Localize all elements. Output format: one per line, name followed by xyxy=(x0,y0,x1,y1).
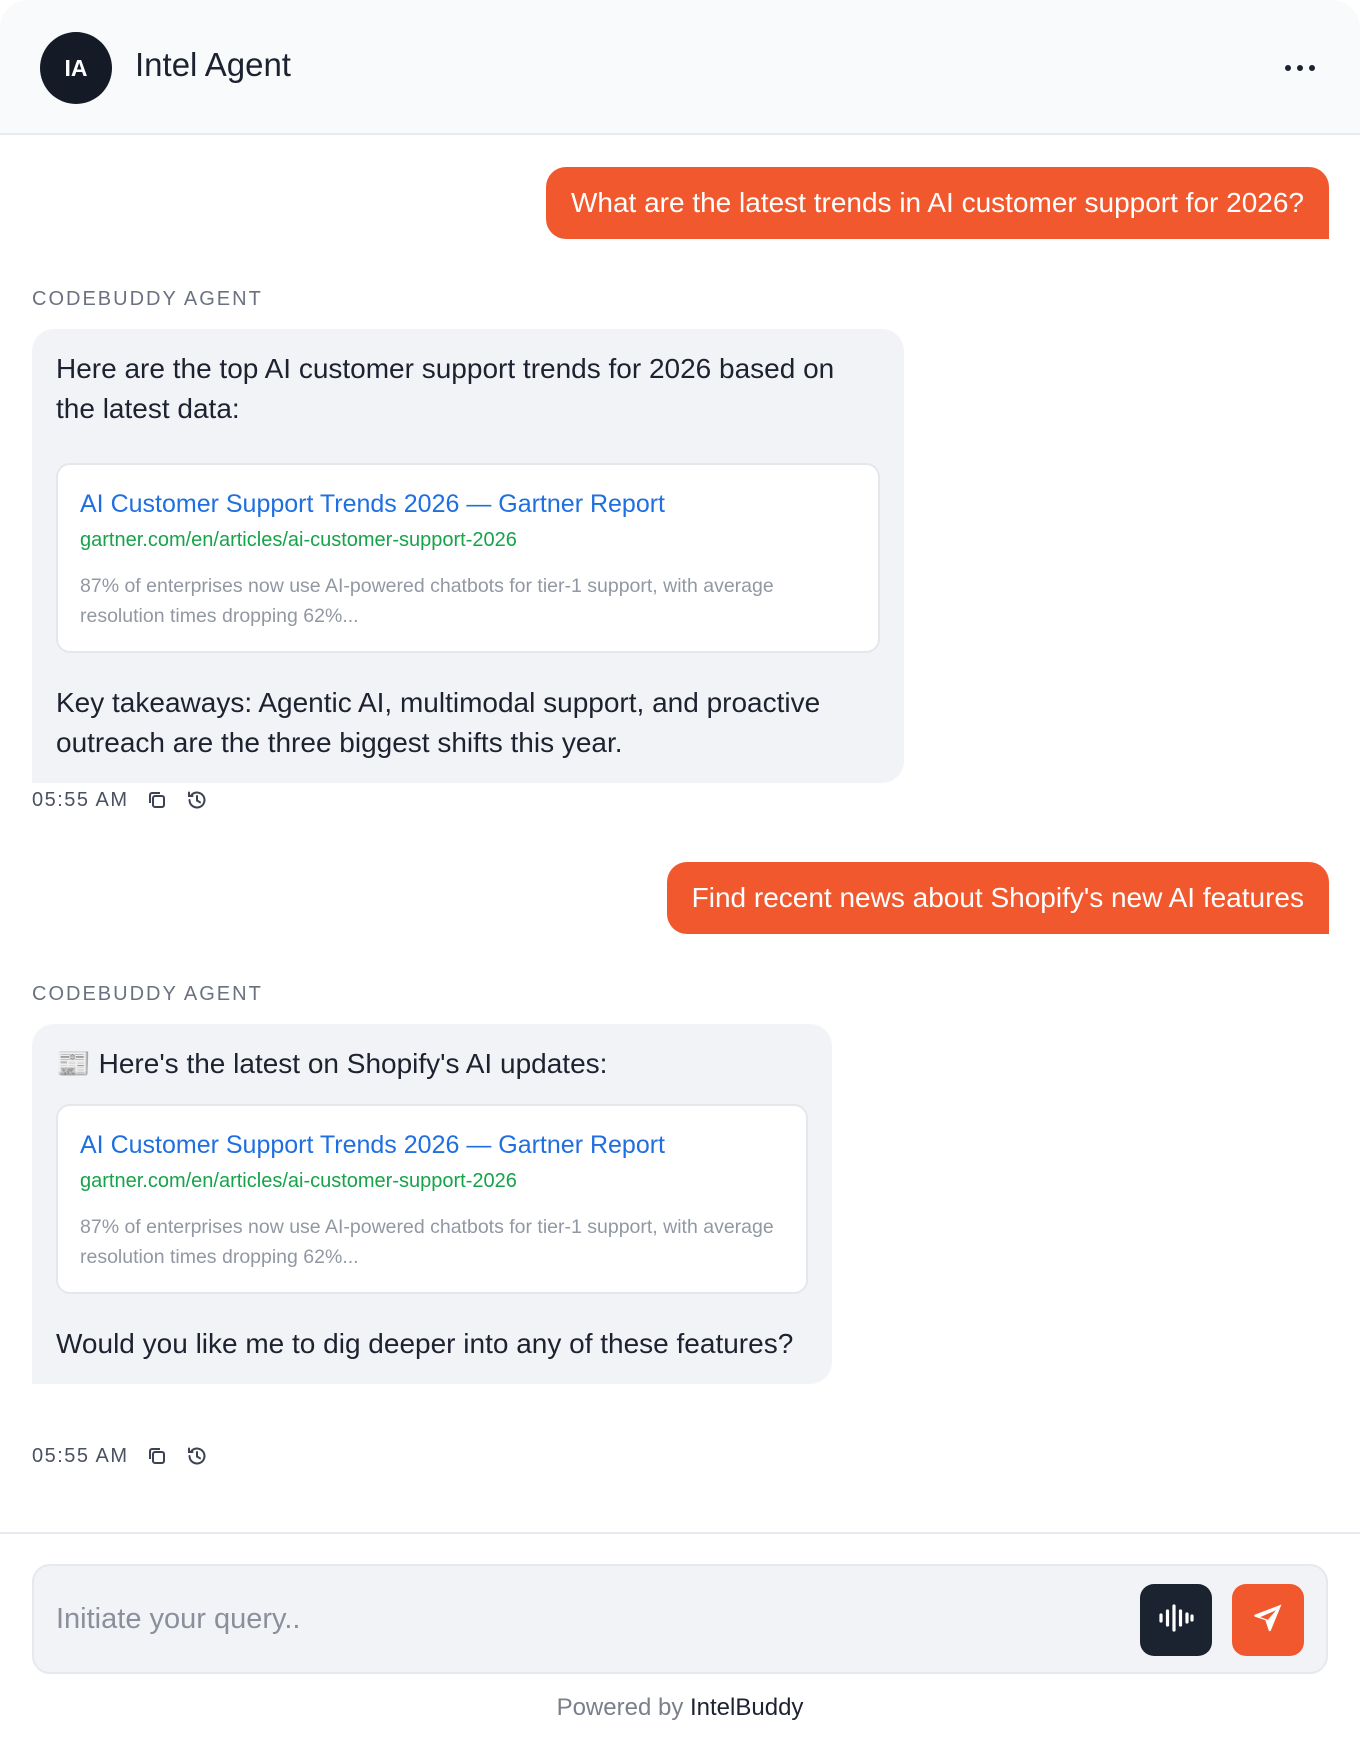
voice-input-button[interactable] xyxy=(1140,1584,1212,1656)
link-card-url[interactable]: gartner.com/en/articles/ai-customer-supp… xyxy=(80,1166,784,1196)
more-horizontal-icon xyxy=(1285,65,1291,71)
link-card[interactable]: AI Customer Support Trends 2026 — Gartne… xyxy=(56,463,880,653)
chat-widget: IA Intel Agent What are the latest trend… xyxy=(0,0,1360,1760)
send-button[interactable] xyxy=(1232,1584,1304,1656)
more-horizontal-icon xyxy=(1297,65,1303,71)
agent-message: Here are the top AI customer support tre… xyxy=(32,329,904,783)
history-icon[interactable] xyxy=(185,1444,209,1468)
history-icon[interactable] xyxy=(185,788,209,812)
message-timestamp: 05:55 AM xyxy=(32,788,129,811)
sender-label: CODEBUDDY AGENT xyxy=(32,983,263,1005)
more-options-button[interactable] xyxy=(1270,50,1330,86)
agent-name: Intel Agent xyxy=(135,46,291,83)
composer-divider xyxy=(0,1532,1360,1534)
link-card-snippet: 87% of enterprises now use AI-powered ch… xyxy=(80,1216,774,1268)
agent-message-outro: Key takeaways: Agentic AI, multimodal su… xyxy=(56,687,821,758)
agent-avatar: IA xyxy=(40,32,112,104)
user-message: What are the latest trends in AI custome… xyxy=(545,167,1329,239)
link-card[interactable]: AI Customer Support Trends 2026 — Gartne… xyxy=(56,1104,808,1294)
footer-brand-link[interactable]: IntelBuddy xyxy=(690,1694,803,1721)
audio-waveform-icon xyxy=(1157,1603,1195,1638)
composer xyxy=(32,1564,1328,1674)
link-card-title[interactable]: AI Customer Support Trends 2026 — Gartne… xyxy=(80,487,856,521)
message-meta: 05:55 AM xyxy=(32,788,209,812)
message-timestamp: 05:55 AM xyxy=(32,1444,129,1467)
sender-label: CODEBUDDY AGENT xyxy=(32,288,263,310)
link-card-title[interactable]: AI Customer Support Trends 2026 — Gartne… xyxy=(80,1128,784,1162)
powered-by-footer: Powered by IntelBuddy xyxy=(0,1694,1360,1722)
agent-message-outro: Would you like me to dig deeper into any… xyxy=(56,1328,794,1359)
user-message: Find recent news about Shopify's new AI … xyxy=(666,862,1329,934)
link-card-snippet: 87% of enterprises now use AI-powered ch… xyxy=(80,575,774,627)
agent-message: 📰 Here's the latest on Shopify's AI upda… xyxy=(32,1024,832,1384)
send-icon xyxy=(1251,1601,1285,1640)
copy-icon[interactable] xyxy=(145,788,169,812)
query-input[interactable] xyxy=(56,1594,1056,1644)
link-card-url[interactable]: gartner.com/en/articles/ai-customer-supp… xyxy=(80,525,856,555)
message-meta: 05:55 AM xyxy=(32,1444,209,1468)
more-horizontal-icon xyxy=(1309,65,1315,71)
agent-message-intro: 📰 Here's the latest on Shopify's AI upda… xyxy=(56,1048,608,1079)
footer-prefix: Powered by xyxy=(556,1694,684,1721)
chat-header: IA Intel Agent xyxy=(0,0,1360,135)
copy-icon[interactable] xyxy=(145,1444,169,1468)
agent-message-intro: Here are the top AI customer support tre… xyxy=(56,353,835,424)
